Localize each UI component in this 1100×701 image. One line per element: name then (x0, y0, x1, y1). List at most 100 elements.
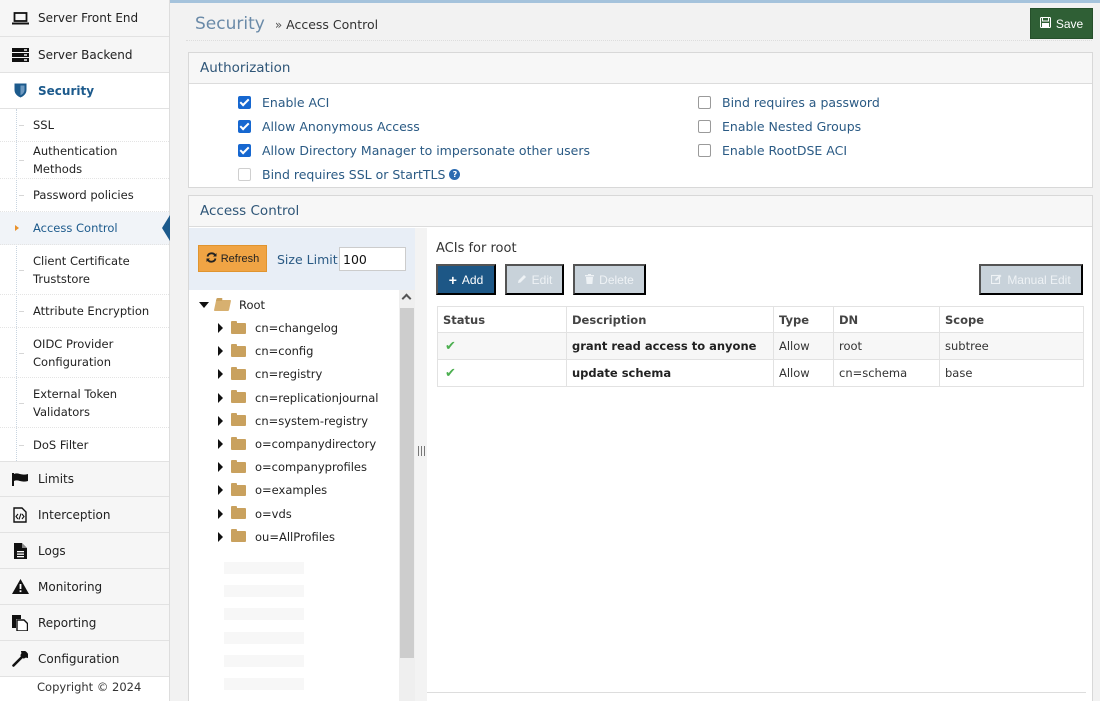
bind-requires-password-checkbox[interactable] (698, 96, 711, 109)
tree-node-root[interactable]: Root (199, 295, 265, 315)
aci-table-row[interactable]: ✔ grant read access to anyone Allow root… (437, 332, 1084, 360)
folder-icon (231, 413, 246, 427)
nav-limits[interactable]: Limits (0, 461, 169, 497)
manual-edit-button[interactable]: Manual Edit (979, 264, 1083, 295)
column-header-description[interactable]: Description (566, 306, 774, 333)
expand-caret-icon[interactable] (218, 531, 223, 542)
breadcrumb-separator: » (274, 18, 283, 32)
tree-node[interactable]: ou=AllProfiles (218, 527, 335, 547)
tree-node[interactable]: o=companyprofiles (218, 457, 367, 477)
enable-nested-groups-option[interactable]: Enable Nested Groups (698, 119, 861, 134)
expand-caret-icon[interactable] (218, 439, 223, 449)
enable-rootdse-aci-option[interactable]: Enable RootDSE ACI (698, 143, 847, 158)
column-header-dn[interactable]: DN (833, 306, 940, 333)
subnav-authentication-methods[interactable]: Authentication Methods (0, 142, 169, 179)
tree-node-label: ou=AllProfiles (255, 529, 335, 544)
nav-server-backend[interactable]: Server Backend (0, 37, 169, 73)
subnav-attribute-encryption[interactable]: Attribute Encryption (0, 295, 169, 328)
nav-security[interactable]: Security (0, 73, 169, 109)
column-header-type[interactable]: Type (773, 306, 834, 333)
allow-anonymous-access-option[interactable]: Allow Anonymous Access (238, 119, 420, 134)
breadcrumb-root[interactable]: Security (195, 14, 265, 34)
tree-node-label: cn=config (255, 344, 314, 359)
folder-open-icon (213, 299, 232, 311)
expand-caret-icon[interactable] (218, 369, 223, 380)
expand-caret-icon[interactable] (218, 462, 223, 473)
plus-icon: + (448, 271, 457, 288)
allow-dm-impersonate-option[interactable]: Allow Directory Manager to impersonate o… (238, 143, 590, 158)
security-submenu: SSL Authentication Methods Password poli… (0, 109, 170, 461)
description-cell: update schema (566, 359, 774, 387)
subnav-external-token-validators[interactable]: External Token Validators (0, 378, 169, 428)
scroll-up-icon[interactable] (401, 293, 412, 304)
authorization-panel: Authorization Enable ACI Allow Anonymous… (188, 52, 1093, 188)
nav-reporting[interactable]: Reporting (0, 605, 169, 641)
add-aci-button[interactable]: + Add (436, 264, 496, 295)
bind-requires-ssl-checkbox[interactable] (238, 168, 251, 181)
copy-icon (11, 614, 29, 631)
header-divider (186, 40, 1092, 41)
delete-aci-button[interactable]: Delete (573, 264, 646, 295)
enable-aci-option[interactable]: Enable ACI (238, 95, 329, 110)
tree-node-label: Root (239, 298, 266, 312)
expand-caret-icon[interactable] (218, 485, 223, 496)
warning-icon (11, 579, 29, 595)
save-button[interactable]: Save (1030, 8, 1093, 39)
allow-dm-impersonate-checkbox[interactable] (238, 144, 251, 157)
aci-table-row[interactable]: ✔ update schema Allow cn=schema base (437, 359, 1084, 387)
folder-icon (231, 482, 246, 496)
subnav-label: Authentication Methods (33, 144, 118, 176)
sidebar: Server Front End Server Backend Security… (0, 0, 170, 701)
subnav-label: Access Control (33, 221, 118, 235)
directory-tree: Root cn=changelog cn=config cn=registry cn=… (189, 290, 399, 701)
expand-caret-icon[interactable] (218, 415, 223, 426)
edit-aci-button[interactable]: Edit (505, 264, 564, 295)
tree-scrollbar[interactable] (399, 290, 415, 701)
refresh-button[interactable]: Refresh (198, 245, 267, 272)
collapse-caret-icon[interactable] (199, 302, 209, 308)
expand-caret-icon[interactable] (218, 346, 223, 357)
expand-caret-icon[interactable] (218, 508, 223, 519)
tree-node[interactable]: cn=replicationjournal (218, 388, 378, 408)
expand-caret-icon[interactable] (218, 323, 223, 333)
nav-logs[interactable]: Logs (0, 533, 169, 569)
bind-requires-ssl-option[interactable]: Bind requires SSL or StartTLS ? (238, 167, 461, 182)
pane-splitter[interactable] (415, 228, 427, 701)
bind-requires-password-option[interactable]: Bind requires a password (698, 95, 880, 110)
column-header-scope[interactable]: Scope (939, 306, 1084, 333)
tree-node[interactable]: o=companydirectory (218, 434, 376, 454)
server-icon (11, 47, 29, 63)
tree-node[interactable]: cn=system-registry (218, 411, 368, 431)
subnav-ssl[interactable]: SSL (0, 109, 169, 142)
size-limit-input[interactable] (339, 247, 406, 271)
column-header-status[interactable]: Status (437, 306, 567, 333)
allow-anonymous-access-checkbox[interactable] (238, 120, 251, 133)
tree-node[interactable]: cn=registry (218, 364, 322, 384)
subnav-label: Password policies (33, 188, 134, 202)
tree-node[interactable]: cn=config (218, 341, 313, 361)
tree-node[interactable]: o=examples (218, 480, 327, 500)
nav-interception[interactable]: Interception (0, 497, 169, 533)
subnav-client-certificate-truststore[interactable]: Client Certificate Truststore (0, 245, 169, 295)
status-cell: ✔ (437, 332, 567, 360)
nav-monitoring[interactable]: Monitoring (0, 569, 169, 605)
subnav-oidc-provider-configuration[interactable]: OIDC Provider Configuration (0, 328, 169, 378)
nav-configuration[interactable]: Configuration (0, 641, 169, 677)
save-label: Save (1055, 16, 1084, 31)
enable-aci-checkbox[interactable] (238, 96, 251, 109)
help-icon[interactable]: ? (449, 169, 461, 180)
subnav-dos-filter[interactable]: DoS Filter (0, 428, 169, 461)
expand-caret-icon[interactable] (218, 392, 223, 403)
nav-label: Interception (38, 507, 111, 522)
breadcrumb: Security » Access Control (195, 14, 378, 34)
enable-nested-groups-checkbox[interactable] (698, 120, 711, 133)
subnav-access-control[interactable]: Access Control (0, 212, 170, 245)
aci-table-header: Status Description Type DN Scope (437, 306, 1084, 333)
nav-server-front-end[interactable]: Server Front End (0, 0, 169, 37)
subnav-password-policies[interactable]: Password policies (0, 179, 169, 212)
tree-node[interactable]: cn=changelog (218, 318, 338, 338)
scrollbar-thumb[interactable] (400, 308, 414, 658)
tree-node[interactable]: o=vds (218, 504, 292, 524)
splitter-grip-icon[interactable] (418, 446, 425, 456)
enable-rootdse-aci-checkbox[interactable] (698, 144, 711, 157)
